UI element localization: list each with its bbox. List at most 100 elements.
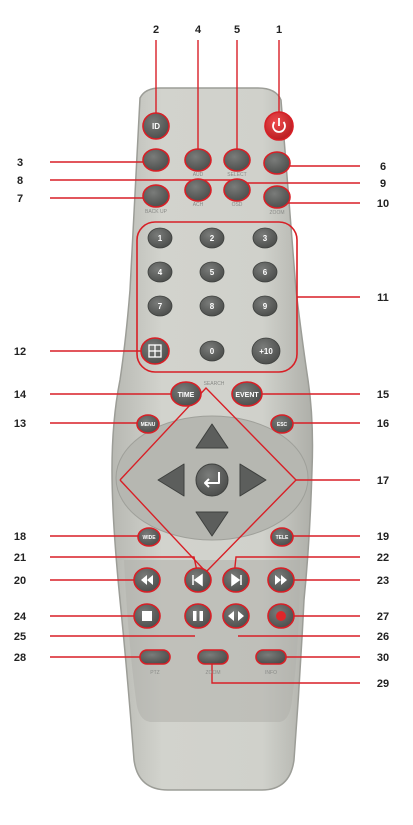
callout-number: 7 [17,193,23,205]
callout-number: 2 [153,24,159,36]
numpad-key-label: 4 [158,268,163,277]
enter-button[interactable] [195,463,229,497]
zoom-label: ZOOM [270,210,285,216]
mode-button[interactable] [184,148,212,172]
svg-text:EVENT: EVENT [235,392,259,399]
numpad-key[interactable]: 7 [147,295,173,317]
fast-forward-button[interactable] [267,567,295,593]
tele-button[interactable]: TELE [270,527,294,547]
callout-number: 28 [14,652,26,664]
numpad-key[interactable]: 1 [147,227,173,249]
callout-number: 6 [380,161,386,173]
callout-number: 20 [14,575,26,587]
callout-number: 16 [377,418,389,430]
numpad-key[interactable]: 6 [252,261,278,283]
callout-number: 13 [14,418,26,430]
callout-number: 27 [377,611,389,623]
audio-button[interactable] [142,148,170,172]
callout-number: 5 [234,24,240,36]
rewind-button[interactable] [133,567,161,593]
info-button[interactable] [255,649,287,665]
power-button[interactable] [264,111,294,141]
callout-number: 9 [380,178,386,190]
remote-diagram: ID AUD SELECT BACK UP ACH OSD ZOOM 12345… [0,0,413,825]
callout-number: 23 [377,575,389,587]
svg-text:ESC: ESC [277,422,288,428]
ach-label: ACH [193,202,204,208]
numpad-key-label: +10 [259,347,273,356]
search-label: SEARCH [204,381,225,387]
svg-text:ID: ID [152,122,160,131]
menu-button[interactable]: MENU [136,414,160,434]
numpad-key-label: 8 [210,302,215,311]
esc-button[interactable]: ESC [270,414,294,434]
svg-text:MENU: MENU [141,422,156,428]
callout-number: 18 [14,531,26,543]
osd-button[interactable] [223,178,251,202]
info-label: INFO [265,670,277,676]
numpad-key-label: 9 [263,302,268,311]
callout-number: 26 [377,631,389,643]
callout-number: 22 [377,552,389,564]
numpad-key[interactable]: 4 [147,261,173,283]
callout-number: 24 [14,611,27,623]
record-button[interactable] [267,603,295,629]
record-icon [276,611,286,621]
pause-button[interactable] [184,603,212,629]
stop-icon [142,611,152,621]
callout-number: 4 [195,24,202,36]
callout-number: 21 [14,552,26,564]
callout-number: 8 [17,175,23,187]
backup-button[interactable] [142,184,170,208]
select-button[interactable] [223,148,251,172]
callout-number: 29 [377,678,389,690]
remote-svg: ID AUD SELECT BACK UP ACH OSD ZOOM 1 2 34 5… [14,24,389,791]
callout-number: 12 [14,346,26,358]
callout-number: 3 [17,157,23,169]
callout-number: 14 [14,389,27,401]
ptz-label: PTZ [150,670,159,676]
ptz-button[interactable] [139,649,171,665]
backup-label: BACK UP [145,209,168,215]
numpad-key[interactable]: 3 [252,227,278,249]
numpad-key-label: 7 [158,302,163,311]
id-button[interactable]: ID [142,112,170,140]
numpad-key[interactable]: 5 [199,261,225,283]
numpad-key-label: 0 [210,347,215,356]
select-label: SELECT [227,172,246,178]
numpad-key-label: 6 [263,268,268,277]
time-button[interactable]: TIME [170,381,202,407]
callout-number: 10 [377,198,389,210]
split-screen-button[interactable] [140,337,170,365]
step-forward-button[interactable] [222,567,250,593]
numpad-key[interactable]: 8 [199,295,225,317]
numpad-key-label: 5 [210,268,215,277]
callout-number: 15 [377,389,389,401]
callout-number: 1 [276,24,282,36]
direction-button[interactable] [222,603,250,629]
callout-number: 19 [377,531,389,543]
svg-text:TIME: TIME [178,392,195,399]
event-button[interactable]: EVENT [231,381,263,407]
ach-button[interactable] [184,178,212,202]
zoom-button[interactable] [263,185,291,209]
callout-number: 17 [377,475,389,487]
numpad-key[interactable]: +10 [251,337,281,365]
key-6-button[interactable] [263,151,291,175]
osd-label: OSD [232,202,243,208]
numpad-key[interactable]: 0 [199,340,225,362]
zoom2-button[interactable] [197,649,229,665]
callout-number: 11 [377,292,389,304]
numpad-key-label: 1 [158,234,163,243]
svg-text:WIDE: WIDE [142,535,156,541]
svg-text:TELE: TELE [276,535,289,541]
numpad-key[interactable]: 9 [252,295,278,317]
callout-number: 30 [377,652,389,664]
wide-button[interactable]: WIDE [137,527,161,547]
numpad-key-label: 3 [263,234,268,243]
stop-button[interactable] [133,603,161,629]
callout-number: 25 [14,631,26,643]
audio-label: AUD [193,172,204,178]
numpad-key[interactable]: 2 [199,227,225,249]
step-back-button[interactable] [184,567,212,593]
